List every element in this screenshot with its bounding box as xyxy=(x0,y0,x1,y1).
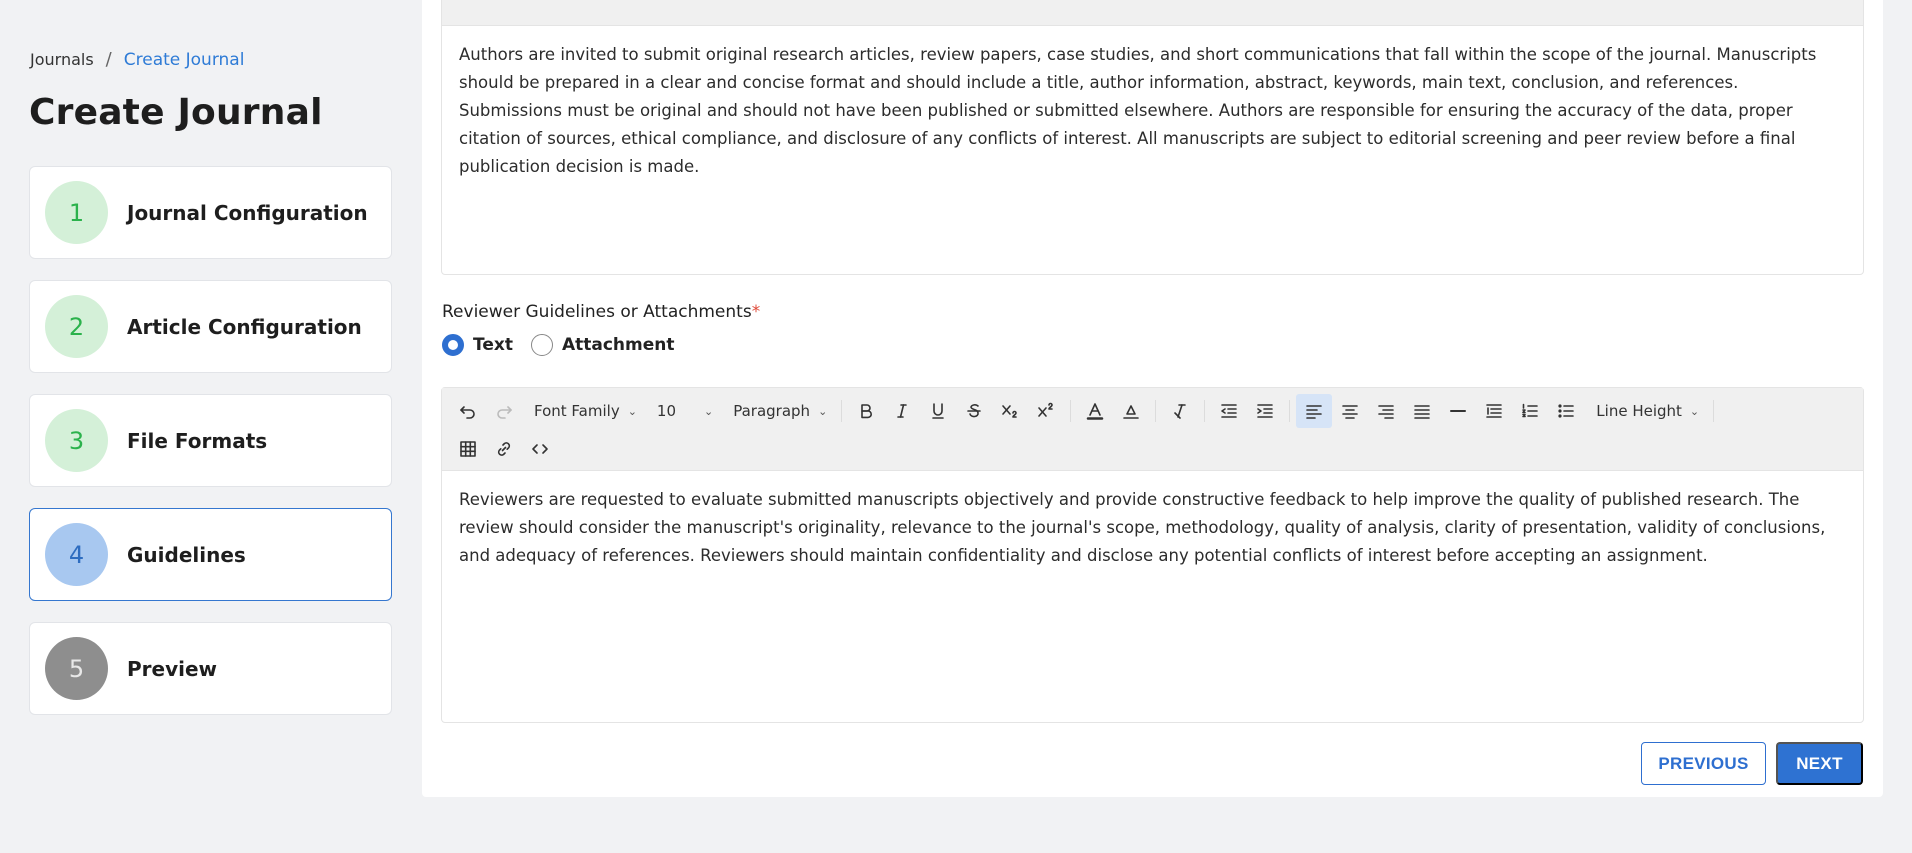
font-family-value: Font Family xyxy=(534,402,620,420)
step-label: Preview xyxy=(127,656,218,681)
subscript-icon[interactable] xyxy=(992,394,1028,428)
breadcrumb-current[interactable]: Create Journal xyxy=(124,50,245,70)
breadcrumb: Journals / Create Journal xyxy=(30,49,244,70)
align-left-icon[interactable] xyxy=(1296,394,1333,428)
code-view-icon[interactable] xyxy=(522,0,558,11)
indent-icon[interactable] xyxy=(1247,394,1283,428)
chevron-down-icon: ⌄ xyxy=(704,404,714,418)
main-card: Authors are invited to submit original r… xyxy=(422,0,1883,797)
step-label: Guidelines xyxy=(127,542,246,567)
bullet-list-icon[interactable] xyxy=(1548,394,1584,428)
link-icon[interactable] xyxy=(486,432,522,466)
step-label: Journal Configuration xyxy=(127,200,368,225)
chevron-down-icon: ⌄ xyxy=(1689,404,1700,418)
outdent-icon[interactable] xyxy=(1211,394,1247,428)
author-guidelines-editor: Authors are invited to submit original r… xyxy=(441,0,1864,275)
highlight-color-icon[interactable] xyxy=(1113,394,1149,428)
strikethrough-icon[interactable] xyxy=(956,394,992,428)
reviewer-guidelines-editor: Font Family ⌄ 10 ⌄ Paragraph ⌄ Line Heig… xyxy=(441,387,1864,723)
reviewer-guidelines-label: Reviewer Guidelines or Attachments* xyxy=(442,302,760,322)
chevron-down-icon: ⌄ xyxy=(627,404,637,418)
numbered-list-icon[interactable] xyxy=(1512,394,1548,428)
author-guidelines-content[interactable]: Authors are invited to submit original r… xyxy=(442,26,1863,196)
editor-toolbar xyxy=(442,0,1863,26)
block-format-select[interactable]: Paragraph ⌄ xyxy=(725,394,835,428)
page-title: Create Journal xyxy=(29,92,323,133)
step-file-formats[interactable]: 3 File Formats xyxy=(29,394,392,487)
step-number: 5 xyxy=(45,637,108,700)
stepper: 1 Journal Configuration 2 Article Config… xyxy=(29,166,392,736)
step-label: File Formats xyxy=(127,428,268,453)
radio-text-label[interactable]: Text xyxy=(473,335,513,355)
underline-icon[interactable] xyxy=(920,394,956,428)
toolbar-divider xyxy=(1155,400,1157,422)
breadcrumb-journals-link[interactable]: Journals xyxy=(30,50,94,69)
radio-attachment-circle[interactable] xyxy=(530,334,553,356)
next-button[interactable]: NEXT xyxy=(1776,742,1863,785)
table-icon[interactable] xyxy=(450,0,486,11)
editor-toolbar: Font Family ⌄ 10 ⌄ Paragraph ⌄ Line Heig… xyxy=(442,388,1863,471)
reviewer-guidelines-content[interactable]: Reviewers are requested to evaluate subm… xyxy=(442,471,1863,585)
step-number: 3 xyxy=(45,409,108,472)
text-color-icon[interactable] xyxy=(1077,394,1113,428)
code-view-icon[interactable] xyxy=(522,432,558,466)
clear-formatting-icon[interactable] xyxy=(1162,394,1198,428)
font-size-value: 10 xyxy=(656,402,677,420)
reviewer-guidelines-label-text: Reviewer Guidelines or Attachments xyxy=(442,302,752,322)
toolbar-divider xyxy=(1070,400,1072,422)
step-guidelines[interactable]: 4 Guidelines xyxy=(29,508,392,601)
font-size-select[interactable]: 10 ⌄ xyxy=(649,394,721,428)
line-height-value: Line Height xyxy=(1596,402,1682,420)
chevron-down-icon: ⌄ xyxy=(818,404,828,418)
link-icon[interactable] xyxy=(486,0,522,11)
horizontal-rule-icon[interactable] xyxy=(1440,394,1476,428)
step-number: 4 xyxy=(45,523,108,586)
paragraph-spacing-icon[interactable] xyxy=(1476,394,1512,428)
toolbar-divider xyxy=(1204,400,1206,422)
required-mark: * xyxy=(751,302,761,322)
navigation-buttons: PREVIOUS NEXT xyxy=(1641,742,1863,785)
step-article-configuration[interactable]: 2 Article Configuration xyxy=(29,280,392,373)
step-number: 2 xyxy=(45,295,108,358)
align-justify-icon[interactable] xyxy=(1404,394,1440,428)
radio-text[interactable]: Text xyxy=(442,334,513,356)
toolbar-divider xyxy=(1289,400,1291,422)
toolbar-divider xyxy=(841,400,843,422)
superscript-icon[interactable] xyxy=(1028,394,1064,428)
step-journal-configuration[interactable]: 1 Journal Configuration xyxy=(29,166,392,259)
undo-icon[interactable] xyxy=(450,394,486,428)
step-number: 1 xyxy=(45,181,108,244)
radio-attachment-label[interactable]: Attachment xyxy=(562,335,675,355)
radio-text-circle[interactable] xyxy=(442,334,464,356)
breadcrumb-separator: / xyxy=(105,49,112,70)
previous-button[interactable]: PREVIOUS xyxy=(1641,742,1766,785)
step-label: Article Configuration xyxy=(127,314,362,339)
reviewer-guidelines-type: Text Attachment xyxy=(442,334,693,356)
align-right-icon[interactable] xyxy=(1368,394,1404,428)
radio-attachment[interactable]: Attachment xyxy=(530,334,675,356)
block-format-value: Paragraph xyxy=(733,402,811,420)
toolbar-divider xyxy=(1713,400,1715,422)
bold-icon[interactable] xyxy=(848,394,884,428)
step-preview[interactable]: 5 Preview xyxy=(29,622,392,715)
align-center-icon[interactable] xyxy=(1332,394,1368,428)
table-icon[interactable] xyxy=(450,432,486,466)
redo-icon[interactable] xyxy=(486,394,522,428)
italic-icon[interactable] xyxy=(884,394,920,428)
font-family-select[interactable]: Font Family ⌄ xyxy=(526,394,645,428)
line-height-select[interactable]: Line Height ⌄ xyxy=(1588,394,1707,428)
